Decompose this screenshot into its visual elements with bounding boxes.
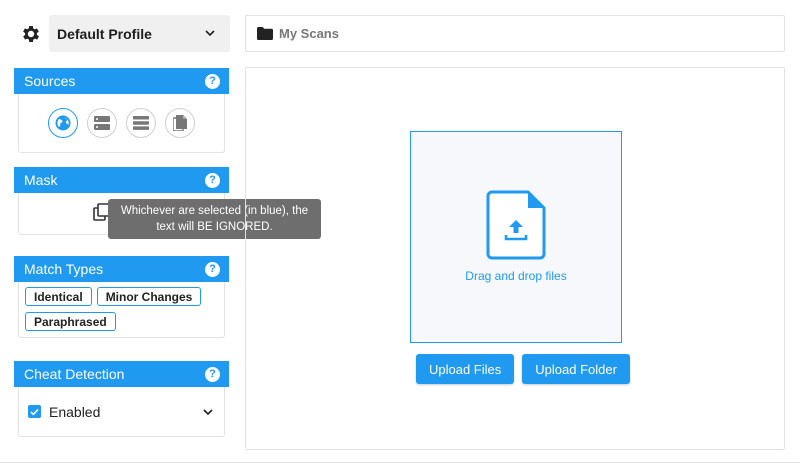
- mask-header: Mask ?: [14, 167, 229, 193]
- match-type-identical[interactable]: Identical: [25, 287, 92, 306]
- match-types-panel: Match Types ? Identical Minor Changes Pa…: [14, 256, 229, 338]
- sources-title: Sources: [24, 73, 76, 89]
- sources-body: [18, 94, 225, 153]
- chevron-down-icon: [205, 30, 215, 37]
- upload-files-button[interactable]: Upload Files: [416, 354, 515, 384]
- document-icon: [173, 115, 187, 131]
- cheat-detection-value: Enabled: [49, 403, 101, 420]
- list-icon: [133, 116, 149, 130]
- drop-label: Drag and drop files: [465, 269, 567, 283]
- settings-gear-icon[interactable]: [20, 23, 42, 45]
- sources-panel: Sources ?: [14, 68, 229, 153]
- drop-zone[interactable]: Drag and drop files: [410, 131, 622, 343]
- help-icon[interactable]: ?: [205, 172, 220, 188]
- globe-icon: [55, 115, 71, 131]
- source-internet-button[interactable]: [48, 108, 78, 138]
- profile-dropdown[interactable]: Default Profile: [49, 15, 230, 52]
- source-database-button[interactable]: [87, 108, 117, 138]
- help-icon[interactable]: ?: [205, 73, 220, 89]
- match-types-header: Match Types ?: [14, 256, 229, 282]
- enabled-checkbox[interactable]: [28, 405, 41, 418]
- help-icon[interactable]: ?: [205, 366, 220, 382]
- bottom-divider: [0, 462, 800, 463]
- cheat-detection-panel: Cheat Detection ? Enabled: [14, 361, 229, 437]
- source-documents-button[interactable]: [165, 108, 195, 138]
- source-repository-button[interactable]: [126, 108, 156, 138]
- match-type-minor-changes[interactable]: Minor Changes: [96, 287, 202, 306]
- mask-title: Mask: [24, 172, 58, 188]
- upload-area: Drag and drop files Upload Files Upload …: [245, 67, 785, 450]
- checkmark-icon: [30, 408, 39, 416]
- path-label: My Scans: [279, 26, 339, 41]
- match-types-body: Identical Minor Changes Paraphrased: [18, 282, 225, 338]
- upload-folder-button[interactable]: Upload Folder: [522, 354, 630, 384]
- help-icon[interactable]: ?: [205, 261, 220, 277]
- folder-icon: [257, 27, 273, 40]
- match-type-paraphrased[interactable]: Paraphrased: [25, 312, 116, 331]
- cheat-detection-dropdown[interactable]: Enabled: [18, 387, 225, 437]
- match-types-title: Match Types: [24, 261, 104, 277]
- chevron-down-icon: [203, 408, 213, 415]
- cheat-detection-header: Cheat Detection ?: [14, 361, 229, 387]
- cheat-detection-title: Cheat Detection: [24, 366, 125, 382]
- upload-buttons: Upload Files Upload Folder: [416, 354, 630, 384]
- sources-header: Sources ?: [14, 68, 229, 94]
- scan-path-breadcrumb[interactable]: My Scans: [245, 15, 785, 52]
- file-upload-icon: [486, 190, 546, 260]
- profile-label: Default Profile: [57, 25, 152, 42]
- database-icon: [94, 116, 110, 130]
